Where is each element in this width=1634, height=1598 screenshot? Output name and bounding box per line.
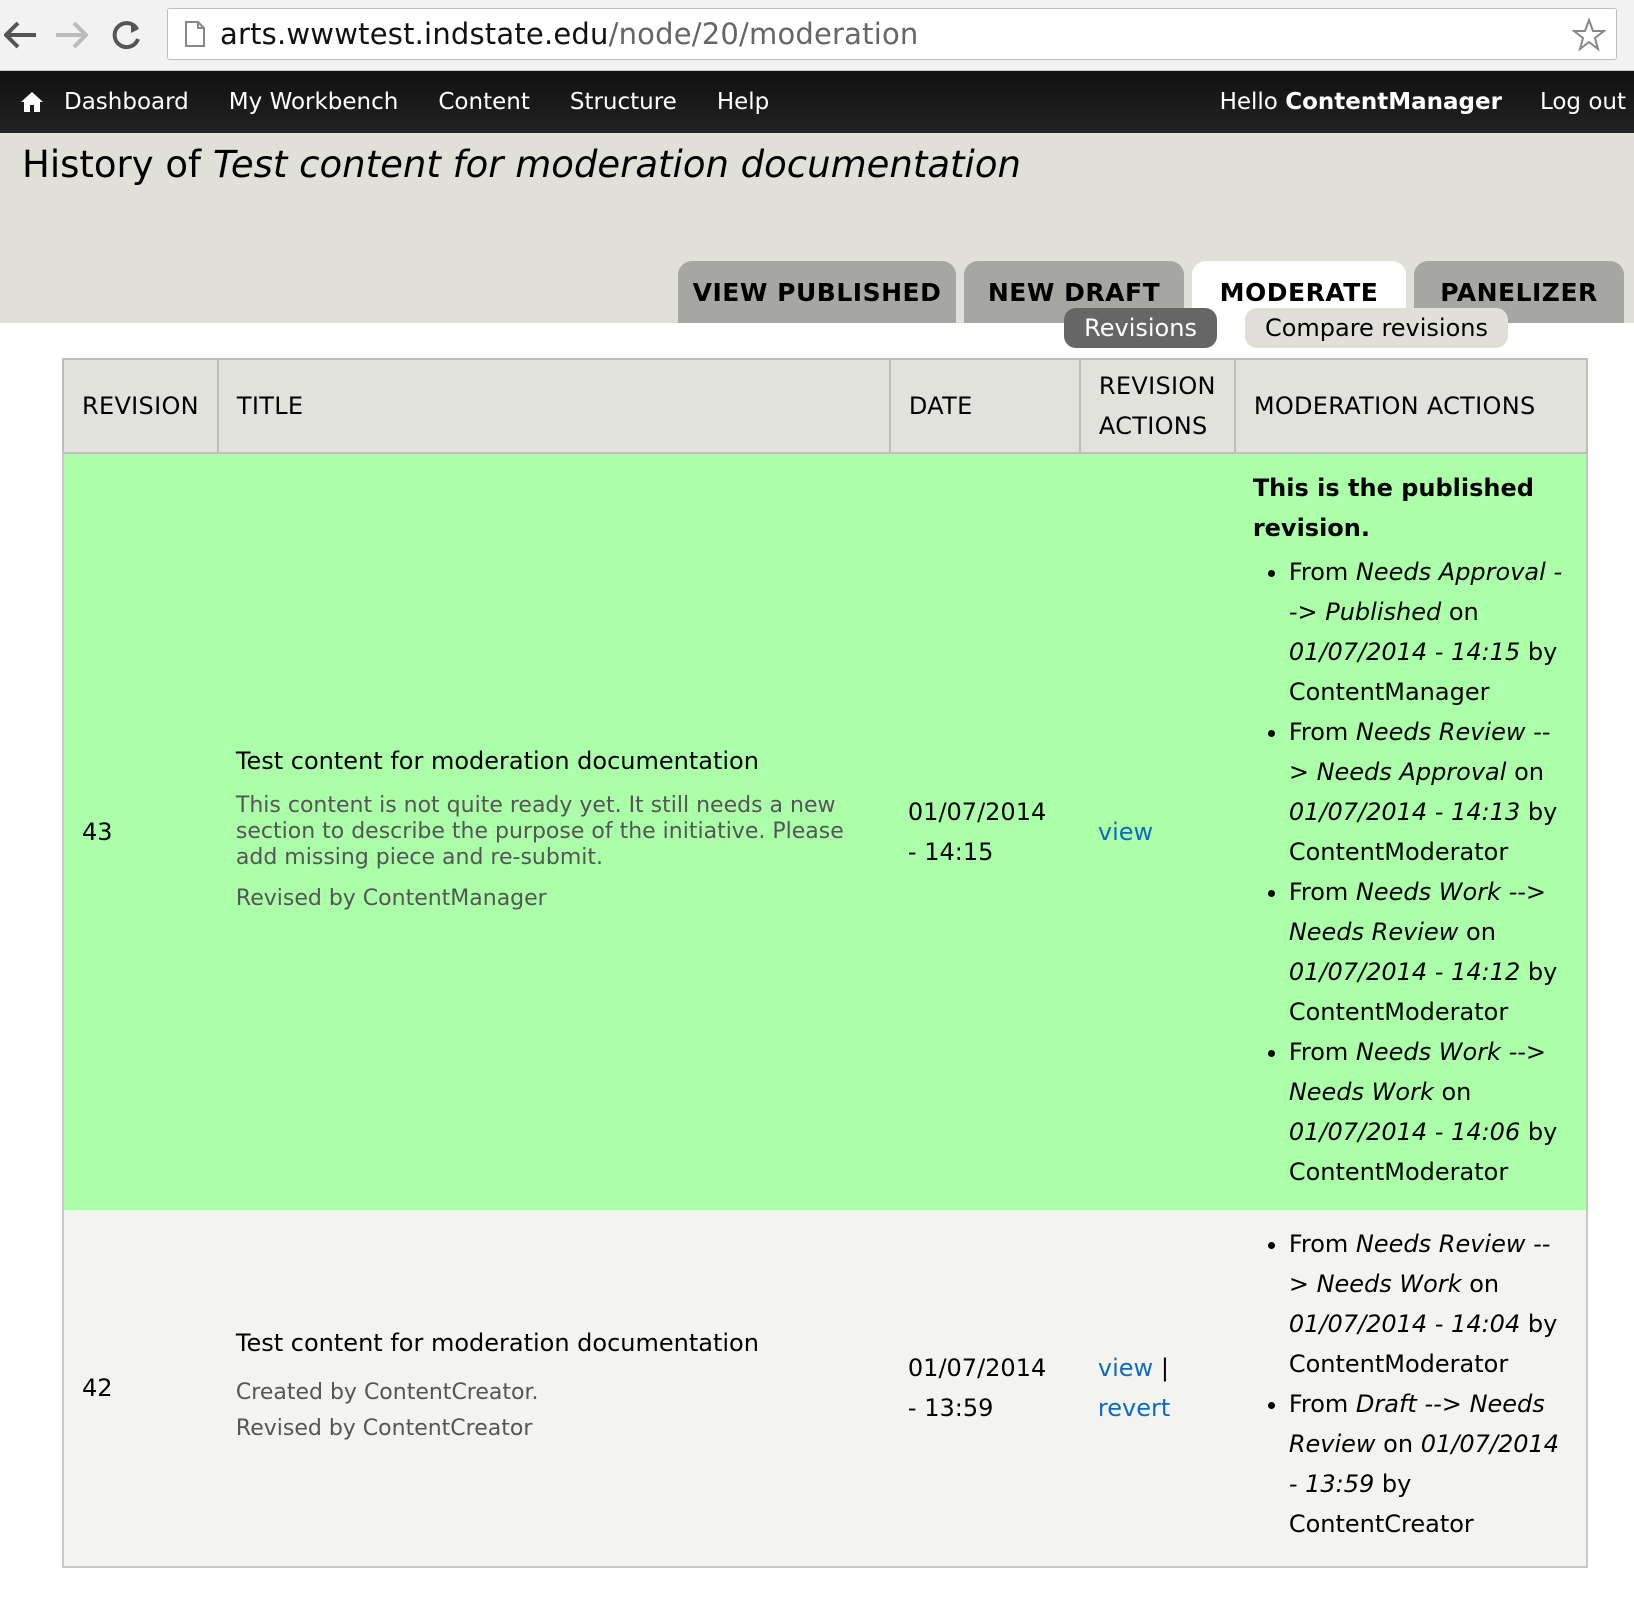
revision-log-message: This content is not quite ready yet. It …	[235, 793, 844, 870]
secondary-tabs: Revisions Compare revisions	[1036, 308, 1508, 348]
history-item: From Needs Work --> Needs Work on 01/07/…	[1289, 1032, 1568, 1192]
back-arrow-icon[interactable]	[0, 14, 42, 56]
revision-actions: view | revert	[1079, 1210, 1235, 1567]
tab-view-published[interactable]: VIEW PUBLISHED	[678, 261, 956, 323]
revision-title: Test content for moderation documentatio…	[235, 747, 759, 775]
view-link[interactable]: view	[1098, 1354, 1153, 1382]
history-item: From Needs Review --> Needs Approval on …	[1289, 712, 1568, 872]
revision-number: 42	[63, 1210, 218, 1567]
table-row: 43 Test content for moderation documenta…	[63, 453, 1587, 1210]
moderation-actions: From Needs Review --> Needs Work on 01/0…	[1234, 1210, 1587, 1567]
tab-revisions[interactable]: Revisions	[1064, 308, 1217, 348]
forward-arrow-icon[interactable]	[50, 14, 92, 56]
toolbar-dashboard[interactable]: Dashboard	[64, 89, 189, 115]
logout-link[interactable]: Log out	[1540, 89, 1626, 115]
history-item: From Needs Work --> Needs Review on 01/0…	[1289, 872, 1568, 1032]
header-title: TITLE	[216, 358, 891, 454]
table-row: 42 Test content for moderation documenta…	[63, 1210, 1587, 1567]
revert-link[interactable]: revert	[1098, 1394, 1170, 1422]
address-bar[interactable]: arts.wwwtest.indstate.edu/node/20/modera…	[167, 8, 1617, 60]
history-item: From Needs Approval --> Published on 01/…	[1289, 552, 1568, 712]
toolbar-my-workbench[interactable]: My Workbench	[229, 89, 399, 115]
star-icon[interactable]	[1571, 17, 1607, 56]
toolbar-help[interactable]: Help	[717, 89, 769, 115]
header-date: DATE	[888, 358, 1081, 454]
toolbar-structure[interactable]: Structure	[570, 89, 677, 115]
browser-chrome: arts.wwwtest.indstate.edu/node/20/modera…	[0, 0, 1634, 71]
header-moderation-actions: MODERATION ACTIONS	[1233, 358, 1589, 454]
action-separator: |	[1160, 1354, 1169, 1382]
revision-title-cell: Test content for moderation documentatio…	[217, 1210, 890, 1567]
moderation-history: From Needs Approval --> Published on 01/…	[1253, 552, 1568, 1192]
revision-date: 01/07/2014- 14:15	[889, 453, 1080, 1210]
home-icon[interactable]	[0, 71, 64, 133]
revised-by: Revised by ContentCreator	[235, 1416, 533, 1441]
revision-title: Test content for moderation documentatio…	[235, 1329, 759, 1357]
header-revision: REVISION	[62, 358, 219, 454]
moderation-history: From Needs Review --> Needs Work on 01/0…	[1253, 1224, 1568, 1544]
history-item: From Needs Review --> Needs Work on 01/0…	[1289, 1224, 1568, 1384]
reload-icon[interactable]	[106, 14, 148, 56]
published-note: This is the published revision.	[1252, 474, 1534, 542]
revision-title-cell: Test content for moderation documentatio…	[217, 453, 890, 1210]
user-greeting[interactable]: Hello ContentManager	[1220, 89, 1502, 115]
revision-log-message: Created by ContentCreator.	[235, 1380, 539, 1405]
revision-actions: view	[1079, 453, 1235, 1210]
revised-by: Revised by ContentManager	[235, 886, 547, 911]
view-link[interactable]: view	[1098, 818, 1153, 846]
admin-toolbar: Dashboard My Workbench Content Structure…	[0, 71, 1634, 133]
history-item: From Draft --> Needs Review on 01/07/201…	[1289, 1384, 1568, 1544]
url-text: arts.wwwtest.indstate.edu/node/20/modera…	[220, 17, 919, 51]
header-revision-actions: REVISION ACTIONS	[1078, 358, 1236, 454]
revisions-table: REVISION TITLE DATE REVISION ACTIONS MODE…	[62, 358, 1589, 1568]
moderation-actions: This is the published revision. From Nee…	[1234, 453, 1587, 1210]
tab-compare-revisions[interactable]: Compare revisions	[1244, 308, 1508, 348]
revision-date: 01/07/2014- 13:59	[889, 1210, 1080, 1567]
page-title: History of Test content for moderation d…	[22, 143, 1021, 186]
page-icon	[184, 20, 206, 52]
revision-number: 43	[63, 453, 218, 1210]
page-header: History of Test content for moderation d…	[0, 133, 1634, 323]
toolbar-content[interactable]: Content	[438, 89, 529, 115]
